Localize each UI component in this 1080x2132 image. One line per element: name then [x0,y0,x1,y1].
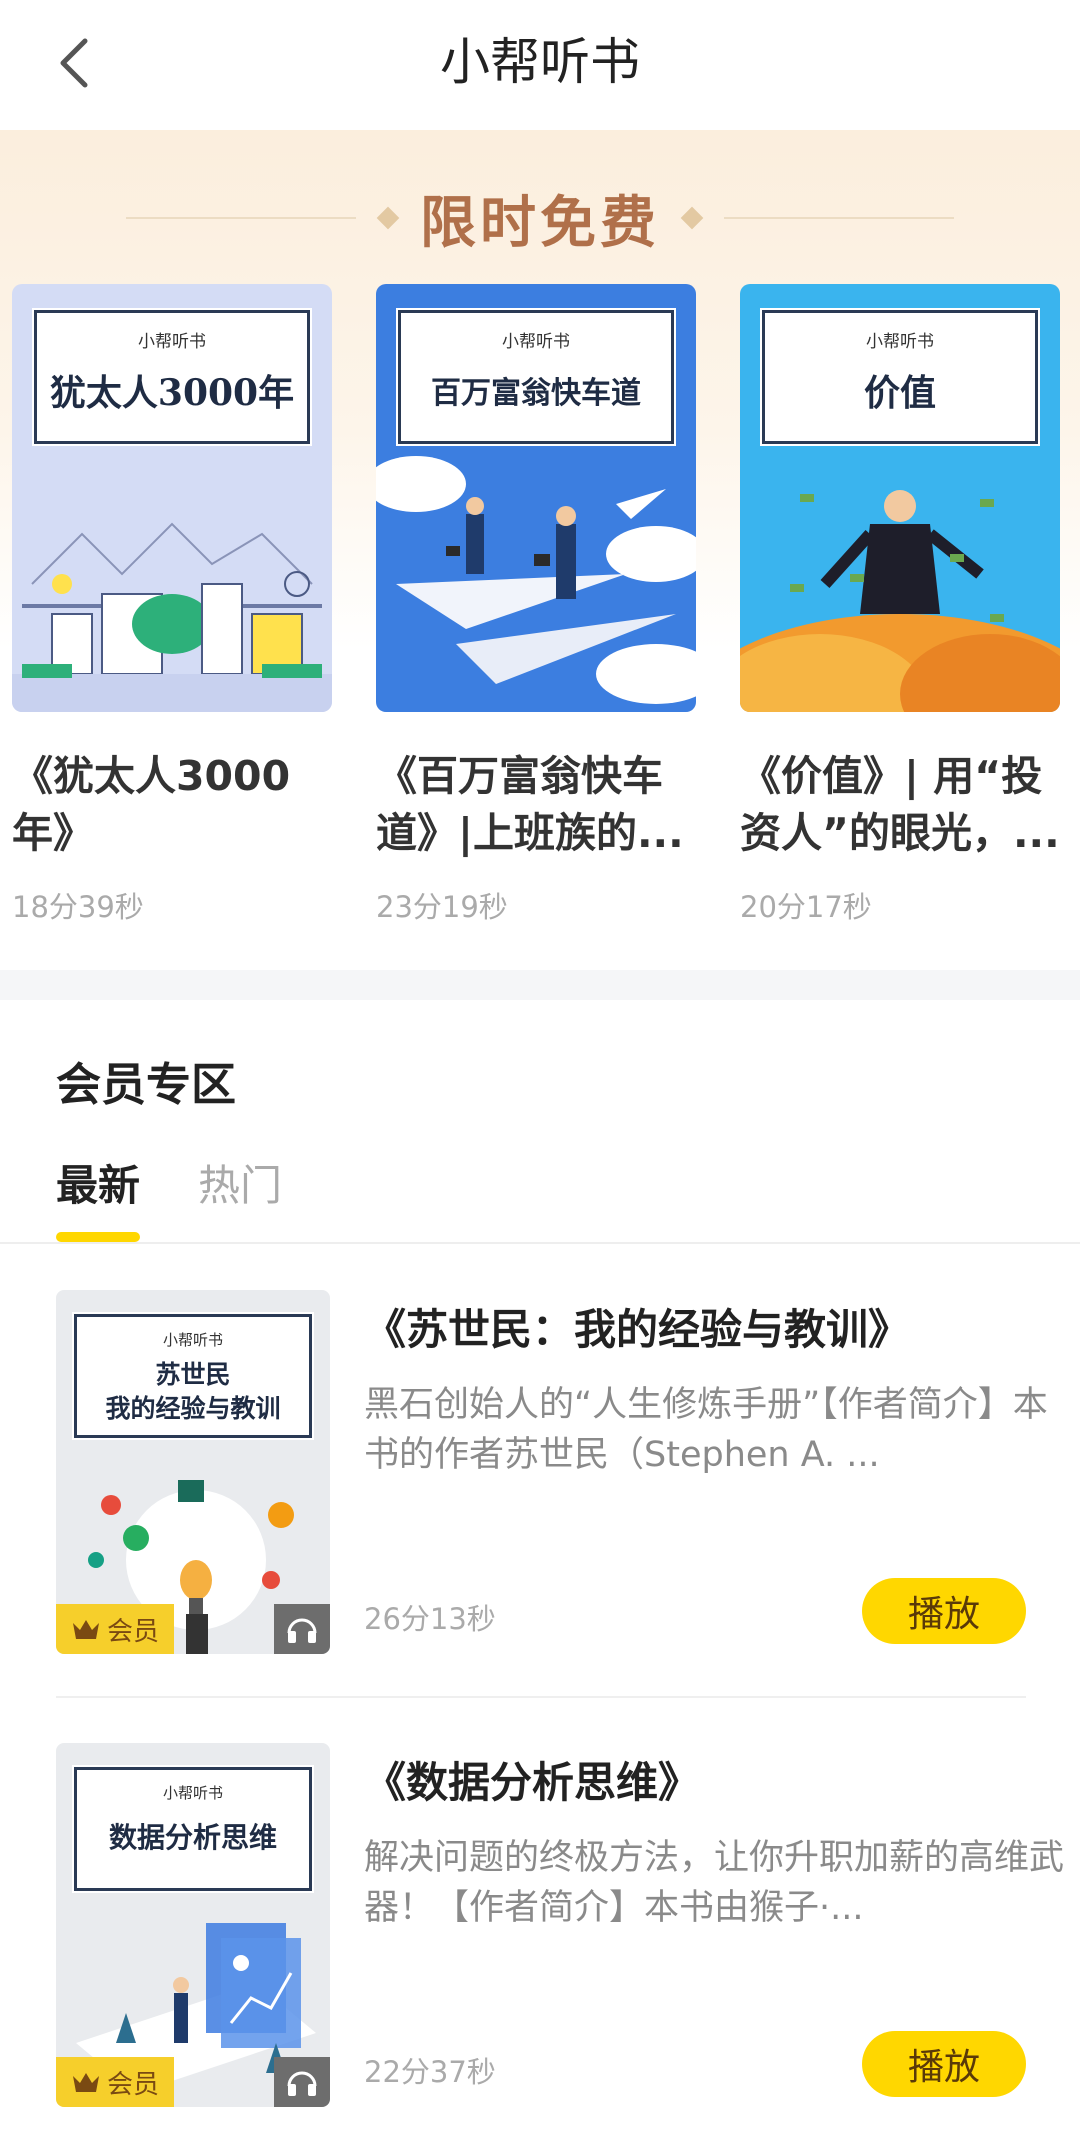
free-section-title: 限时免费 [420,190,660,256]
heading-line-left [126,217,356,219]
free-book-card[interactable]: 小帮听书 价值 《价值》| 用“投资人”的眼光，... 20分17秒 [740,284,1060,926]
cover-title-box: 小帮听书 百万富翁快车道 [396,308,676,446]
tabs-divider [0,1242,1080,1244]
cover-title: 犹太人3000年 [49,372,295,414]
free-book-card[interactable]: 小帮听书 犹太人3000年 《犹太人3000年》 18分39秒 [12,284,332,926]
headphones-icon [287,2071,317,2096]
cover-title: 数据分析思维 [108,1821,277,1854]
free-book-card[interactable]: 小帮听书 百万富翁快车道 《百万富翁快车道》|上班族的... 23分19秒 [376,284,696,926]
vip-badge-label: 会员 [106,2069,159,2100]
cover-title-line: 苏世民 [155,1360,231,1389]
diamond-icon [376,206,400,230]
cover-title-box: 小帮听书 数据分析思维 [72,1765,314,1893]
book-title[interactable]: 《百万富翁快车道》|上班族的... [376,748,696,862]
member-book-item[interactable]: 小帮听书 数据分析思维 会员 《数据分析思维》 解决问题的终极方法，让你升职加薪… [56,1743,1064,2115]
crown-icon [72,2073,99,2092]
book-duration: 26分13秒 [364,1602,496,1636]
cover-brand: 小帮听书 [502,332,570,352]
book-title[interactable]: 《价值》| 用“投资人”的眼光，... [740,748,1060,862]
active-tab-indicator [56,1232,140,1242]
app-header: 小帮听书 [0,0,1080,130]
cover-brand: 小帮听书 [138,332,206,352]
play-button[interactable]: 播放 [862,1578,1026,1644]
page-title: 小帮听书 [440,33,640,91]
cover-title-box: 小帮听书 犹太人3000年 [32,308,312,446]
book-description: 黑石创始人的“人生修炼手册”【作者简介】本书的作者苏世民（Stephen A. … [364,1385,1048,1475]
book-cover[interactable]: 小帮听书 犹太人3000年 [12,284,332,712]
cover-brand: 小帮听书 [162,1331,223,1349]
item-divider [56,1696,1026,1698]
cover-title-box: 小帮听书 价值 [760,308,1040,446]
book-cover[interactable]: 小帮听书 价值 [740,284,1060,712]
book-duration: 18分39秒 [12,890,144,924]
book-description: 解决问题的终极方法，让你升职加薪的高维武器！【作者简介】本书由猴子·... [364,1838,1065,1928]
vip-badge: 会员 [56,2057,174,2107]
cover-brand: 小帮听书 [162,1784,223,1802]
diamond-icon [680,206,704,230]
book-title[interactable]: 《数据分析思维》 [364,1749,700,1810]
vip-badge: 会员 [56,1604,174,1654]
book-duration: 22分37秒 [364,2055,496,2089]
cover-title-box: 小帮听书 苏世民 我的经验与教训 [72,1312,314,1440]
cover-title: 价值 [863,372,936,414]
member-section-title: 会员专区 [56,1058,237,1111]
cover-title: 苏世民 我的经验与教训 [77,1358,309,1426]
free-section-heading: 限时免费 [0,178,1080,258]
heading-line-right [724,217,954,219]
book-cover[interactable]: 小帮听书 百万富翁快车道 [376,284,696,712]
book-title[interactable]: 《犹太人3000年》 [12,748,332,862]
vip-badge-label: 会员 [106,1616,159,1647]
book-cover[interactable]: 小帮听书 苏世民 我的经验与教训 会员 [56,1290,330,1654]
section-divider [0,970,1080,1000]
book-duration: 20分17秒 [740,890,872,924]
tab-hot[interactable]: 热门 [198,1152,282,1213]
free-section: 限时免费 小帮听书 犹太人3000年 《犹太人3000年》 18分39秒 小帮听… [0,130,1080,970]
crown-icon [72,1620,99,1639]
audio-badge [274,1604,330,1654]
book-duration: 23分19秒 [376,890,508,924]
cover-title-line: 我的经验与教训 [105,1394,281,1423]
cover-brand: 小帮听书 [866,332,934,352]
book-title[interactable]: 《苏世民：我的经验与教训》 [364,1296,910,1357]
audio-badge [274,2057,330,2107]
tab-latest[interactable]: 最新 [56,1152,140,1213]
headphones-icon [287,1618,317,1643]
cover-title: 百万富翁快车道 [431,376,641,411]
book-cover[interactable]: 小帮听书 数据分析思维 会员 [56,1743,330,2107]
member-book-item[interactable]: 小帮听书 苏世民 我的经验与教训 会员 《苏世民：我的经验与教训》 黑石创始人的… [56,1290,1048,1662]
play-button[interactable]: 播放 [862,2031,1026,2097]
